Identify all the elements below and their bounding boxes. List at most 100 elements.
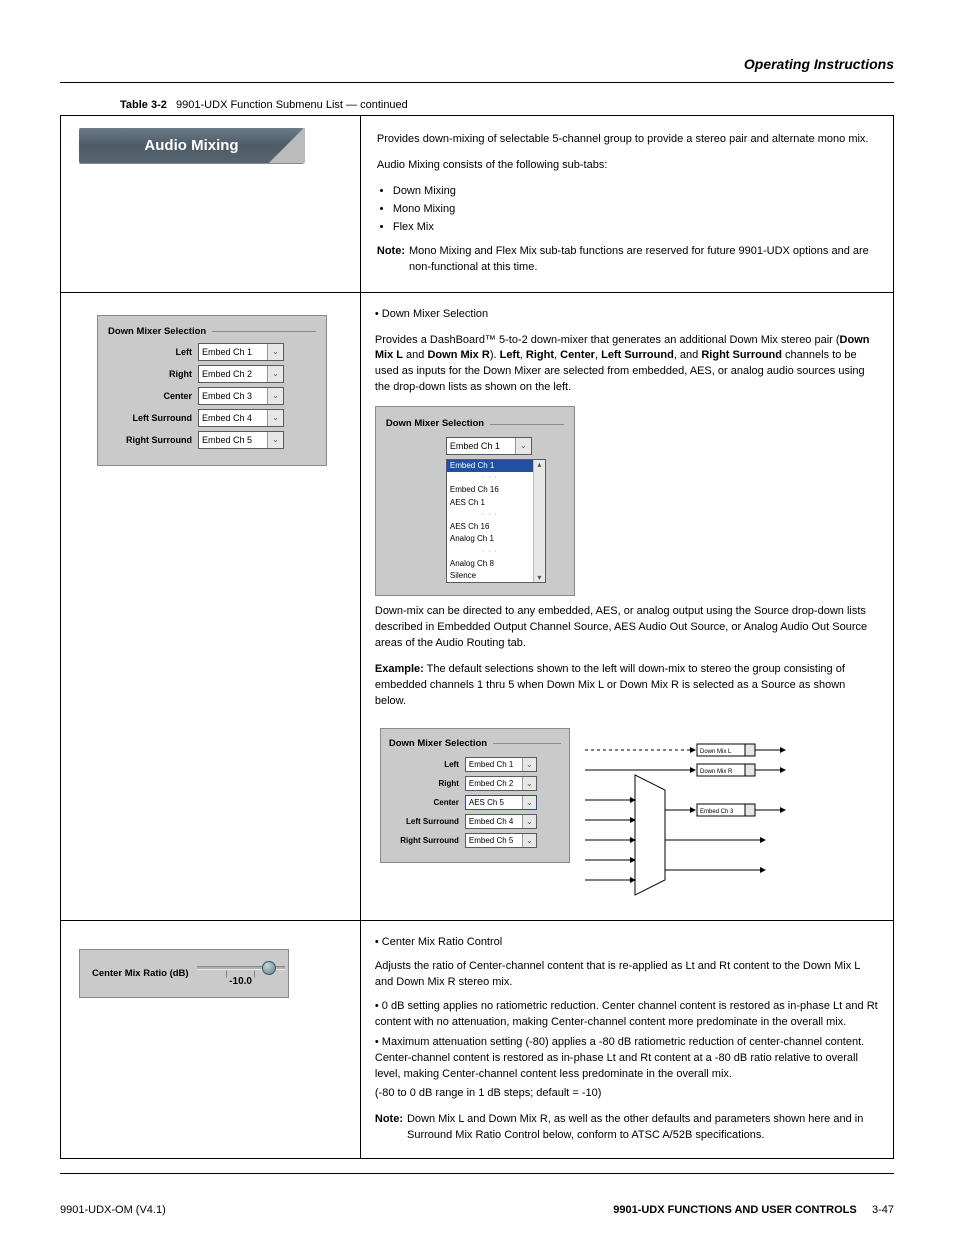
ellipsis-icon: · · · <box>447 509 533 521</box>
list-text: Maximum attenuation setting (-80) applie… <box>375 1036 864 1080</box>
sp-combo-left[interactable]: ⌄ <box>465 757 537 772</box>
combo-rs[interactable]: ⌄ <box>198 431 284 449</box>
combo-right[interactable]: ⌄ <box>198 365 284 383</box>
sp-input[interactable] <box>466 815 522 828</box>
combo-left[interactable]: ⌄ <box>198 343 284 361</box>
row2-p1-trail: ). <box>490 349 500 361</box>
list-item: • 0 dB setting applies no ratiometric re… <box>375 999 879 1031</box>
signal-flow-diagram: Down Mix L Down Mix R Embed Ch 3 <box>585 720 879 906</box>
sp-label-right: Right <box>389 778 459 790</box>
panel-title: Down Mixer Selection <box>108 326 316 337</box>
row2-p2: Down-mix can be directed to any embedded… <box>375 604 879 652</box>
label-center: Center <box>108 391 192 401</box>
sp-combo-right[interactable]: ⌄ <box>465 776 537 791</box>
dropdown-combo[interactable]: ⌄ <box>446 437 532 455</box>
dropdown-option[interactable]: AES Ch 16 <box>447 521 533 533</box>
chevron-down-icon[interactable]: ⌄ <box>522 777 536 790</box>
example-small-panel: Down Mixer Selection Left ⌄ Right ⌄ <box>380 728 570 863</box>
table-caption: Table 3-2 9901-UDX Function Submenu List… <box>120 99 894 111</box>
dm-r: Down Mix R <box>427 349 489 361</box>
row2-heading: • Down Mixer Selection <box>375 307 879 323</box>
dropdown-combo-row: ⌄ <box>446 437 564 455</box>
chevron-down-icon[interactable]: ⌄ <box>515 438 531 454</box>
dropdown-option[interactable]: Embed Ch 16 <box>447 484 533 496</box>
bullet-down-mixing: Down Mixing <box>393 184 877 200</box>
slider-label: Center Mix Ratio (dB) <box>92 968 189 979</box>
chevron-down-icon[interactable]: ⌄ <box>522 758 536 771</box>
row1-bullets: Down Mixing Mono Mixing Flex Mix <box>393 184 877 236</box>
panel-title-text: Down Mixer Selection <box>108 326 206 337</box>
table-caption-title: 9901-UDX Function Submenu List — continu… <box>176 99 408 111</box>
list-item: (-80 to 0 dB range in 1 dB steps; defaul… <box>375 1086 879 1102</box>
sp-combo-ls[interactable]: ⌄ <box>465 814 537 829</box>
slider-thumb[interactable] <box>262 961 276 975</box>
row2-heading-text: • Down Mixer Selection <box>375 308 488 320</box>
bullet-icon: • <box>375 1036 379 1048</box>
chevron-down-icon[interactable]: ⌄ <box>267 410 283 426</box>
dropdown-option[interactable]: Silence <box>447 570 533 582</box>
sp-input[interactable] <box>466 777 522 790</box>
small-panel-title: Down Mixer Selection <box>389 737 561 751</box>
chevron-down-icon[interactable]: ⌄ <box>522 834 536 847</box>
page-footer: 9901-UDX-OM (V4.1) 9901-UDX FUNCTIONS AN… <box>60 1204 894 1216</box>
scroll-up-icon[interactable]: ▴ <box>537 460 541 470</box>
dropdown-option[interactable]: AES Ch 1 <box>447 497 533 509</box>
function-table: Audio Mixing Provides down-mixing of sel… <box>60 115 894 1159</box>
sp-combo-center[interactable]: ⌄ <box>465 795 537 810</box>
dropdown-combo-input[interactable] <box>447 438 515 454</box>
field-left: Left ⌄ <box>108 343 316 361</box>
dropdown-panel-title: Down Mixer Selection <box>386 417 564 431</box>
chevron-down-icon[interactable]: ⌄ <box>267 366 283 382</box>
lab-right: Right <box>526 349 554 361</box>
small-panel-title-text: Down Mixer Selection <box>389 737 487 751</box>
sp-input[interactable] <box>466 796 522 809</box>
chevron-down-icon[interactable]: ⌄ <box>522 796 536 809</box>
chevron-down-icon[interactable]: ⌄ <box>267 388 283 404</box>
scrollbar[interactable]: ▴ ▾ <box>533 460 545 582</box>
lab-rs: Right Surround <box>701 349 782 361</box>
sp-label-ls: Left Surround <box>389 816 459 828</box>
dropdown-option[interactable]: Analog Ch 1 <box>447 533 533 545</box>
combo-ls-input[interactable] <box>199 410 267 426</box>
chevron-down-icon[interactable]: ⌄ <box>267 432 283 448</box>
chevron-down-icon[interactable]: ⌄ <box>267 344 283 360</box>
svg-text:Down Mix L: Down Mix L <box>700 749 732 755</box>
label-right: Right <box>108 369 192 379</box>
and2: , and <box>674 349 702 361</box>
audio-mixing-tab-label: Audio Mixing <box>144 137 238 154</box>
sp-left: Left ⌄ <box>389 757 561 772</box>
sp-input[interactable] <box>466 758 522 771</box>
sp-combo-rs[interactable]: ⌄ <box>465 833 537 848</box>
combo-left-input[interactable] <box>199 344 267 360</box>
dropdown-list[interactable]: Embed Ch 1 · · · Embed Ch 16 AES Ch 1 · … <box>446 459 546 583</box>
sp-input[interactable] <box>466 834 522 847</box>
bottom-divider <box>60 1173 894 1174</box>
field-left-surround: Left Surround ⌄ <box>108 409 316 427</box>
dropdown-option[interactable]: Analog Ch 8 <box>447 558 533 570</box>
slider-track[interactable] <box>197 966 285 970</box>
sp-label-rs: Right Surround <box>389 835 459 847</box>
dropdown-illustration-panel: Down Mixer Selection ⌄ Embed Ch 1 <box>375 406 575 596</box>
table-caption-prefix: Table 3-2 <box>120 99 167 111</box>
top-divider <box>60 82 894 83</box>
combo-right-input[interactable] <box>199 366 267 382</box>
combo-center[interactable]: ⌄ <box>198 387 284 405</box>
chevron-down-icon[interactable]: ⌄ <box>522 815 536 828</box>
combo-rs-input[interactable] <box>199 432 267 448</box>
bullet-mono-mixing: Mono Mixing <box>393 202 877 218</box>
combo-center-input[interactable] <box>199 388 267 404</box>
row1-intro: Provides down-mixing of selectable 5-cha… <box>377 132 877 148</box>
example-text: The default selections shown to the left… <box>375 663 845 707</box>
center-mix-ratio-panel: Center Mix Ratio (dB) || -10.0 <box>79 949 289 998</box>
ellipsis-icon: · · · <box>447 472 533 484</box>
dropdown-option-selected[interactable]: Embed Ch 1 <box>447 460 533 472</box>
combo-ls[interactable]: ⌄ <box>198 409 284 427</box>
list-item: • Maximum attenuation setting (-80) appl… <box>375 1035 879 1083</box>
row3-description: • Center Mix Ratio Control Adjusts the r… <box>361 921 893 1158</box>
row3-heading: • Center Mix Ratio Control <box>375 935 879 951</box>
sp-label-center: Center <box>389 797 459 809</box>
footer-right: 9901-UDX FUNCTIONS AND USER CONTROLS 3-4… <box>613 1204 894 1216</box>
ellipsis-icon: · · · <box>447 546 533 558</box>
sp-center: Center ⌄ <box>389 795 561 810</box>
scroll-down-icon[interactable]: ▾ <box>537 572 541 582</box>
